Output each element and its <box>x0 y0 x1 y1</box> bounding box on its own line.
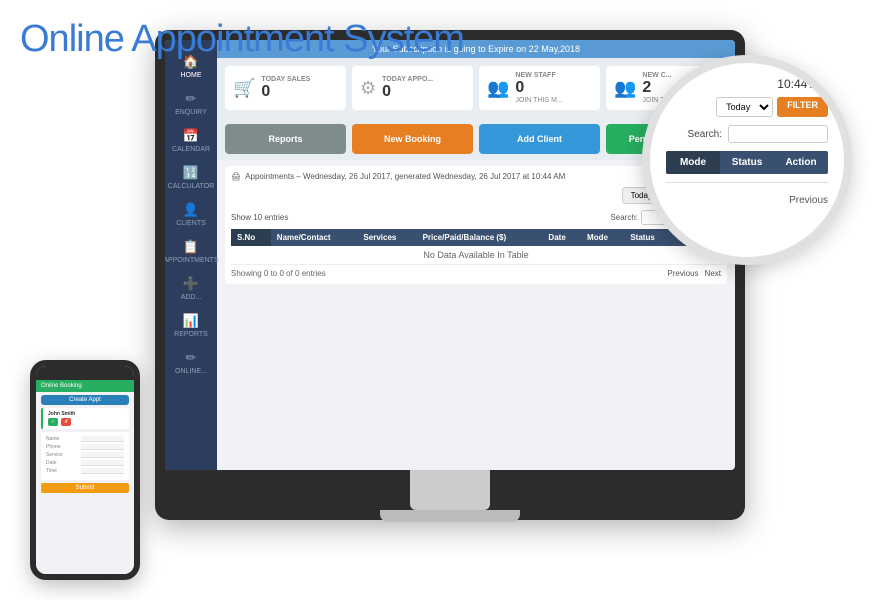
form-name-row: Name <box>46 436 124 442</box>
phone-phone-field[interactable] <box>81 444 124 450</box>
phone-time-field[interactable] <box>81 468 124 474</box>
printer-icon: 🖨 <box>231 172 241 181</box>
phone-submit-btn[interactable]: Submit <box>41 483 129 493</box>
col-sno: S.No <box>231 229 271 246</box>
table-footer: Showing 0 to 0 of 0 entries Previous Nex… <box>231 269 721 278</box>
magnifier-col-action: Action <box>774 151 828 174</box>
enquiry-icon: ✏ <box>186 91 197 107</box>
sidebar-item-enquiry[interactable]: ✏ ENQUIRY <box>165 85 217 122</box>
col-mode: Mode <box>581 229 624 246</box>
form-time-row: Time <box>46 468 124 474</box>
calculator-icon: 🔢 <box>183 165 199 181</box>
stat-today-appo: ⚙ TODAY APPO... 0 <box>352 66 473 110</box>
page-wrapper: Online Appointment System 🏠 HOME ✏ ENQUI… <box>0 0 874 600</box>
staff-icon: 👥 <box>487 78 509 99</box>
magnifier-search-row: Search: <box>666 125 828 143</box>
next-button[interactable]: Next <box>705 269 721 278</box>
phone-frame: Online Booking Create Appt John Smith ✓ … <box>30 360 140 580</box>
phone-name-field[interactable] <box>81 436 124 442</box>
add-icon: ➕ <box>183 276 199 292</box>
gear-icon: ⚙ <box>360 78 376 99</box>
phone-date-field[interactable] <box>81 460 124 466</box>
phone-create-btn[interactable]: Create Appt <box>41 395 129 405</box>
col-name: Name/Contact <box>271 229 358 246</box>
data-table: S.No Name/Contact Services Price/Paid/Ba… <box>231 229 721 265</box>
magnifier-filter-select[interactable]: Today <box>716 97 773 117</box>
pagination: Previous Next <box>667 269 721 278</box>
stat-today-sales: 🛒 TODAY SALES 0 <box>225 66 346 110</box>
cart-icon: 🛒 <box>233 78 255 99</box>
monitor-frame: 🏠 HOME ✏ ENQUIRY 📅 CALENDAR 🔢 CALCULATOR… <box>155 30 745 520</box>
magnifier-search-label: Search: <box>688 129 722 140</box>
sidebar-item-clients[interactable]: 👤 CLIENTS <box>165 196 217 233</box>
page-title: Online Appointment System <box>20 18 464 61</box>
monitor-screen: 🏠 HOME ✏ ENQUIRY 📅 CALENDAR 🔢 CALCULATOR… <box>165 40 735 470</box>
table-row-empty: No Data Available In Table <box>231 246 721 265</box>
magnifier-search-input[interactable] <box>728 125 828 143</box>
sidebar-item-reports[interactable]: 📊 REPORTS <box>165 307 217 344</box>
sidebar: 🏠 HOME ✏ ENQUIRY 📅 CALENDAR 🔢 CALCULATOR… <box>165 40 217 470</box>
monitor-stand <box>410 470 490 510</box>
magnifier-col-status: Status <box>720 151 774 174</box>
col-services: Services <box>357 229 416 246</box>
magnifier-filter-row: Today FILTER <box>666 97 828 117</box>
col-status: Status <box>624 229 672 246</box>
sidebar-item-appointments[interactable]: 📋 APPOINTMENTS <box>165 233 217 270</box>
phone-status-bar <box>36 366 134 380</box>
clients-stat-icon: 👥 <box>614 78 636 99</box>
stat-today-appo-info: TODAY APPO... 0 <box>382 76 433 101</box>
sidebar-item-calculator[interactable]: 🔢 CALCULATOR <box>165 159 217 196</box>
stat-today-sales-info: TODAY SALES 0 <box>261 76 310 101</box>
reports-icon: 📊 <box>183 313 199 329</box>
show-label: Show 10 entries <box>231 213 288 222</box>
phone-notch <box>70 370 100 376</box>
form-date-row: Date <box>46 460 124 466</box>
phone-top-bar: Online Booking <box>36 380 134 392</box>
showing-entries: Showing 0 to 0 of 0 entries <box>231 269 326 278</box>
new-booking-button[interactable]: New Booking <box>352 124 473 154</box>
previous-button[interactable]: Previous <box>667 269 698 278</box>
magnifier-table-header: Mode Status Action <box>666 151 828 174</box>
reports-button[interactable]: Reports <box>225 124 346 154</box>
magnifier-content: 10:44 AM Today FILTER Search: Mode Statu… <box>650 63 844 257</box>
add-client-button[interactable]: Add Client <box>479 124 600 154</box>
phone-list-item: John Smith ✓ ✗ <box>41 408 129 429</box>
magnifier-previous[interactable]: Previous <box>666 195 828 206</box>
online-icon: ✏ <box>186 350 197 366</box>
monitor-base <box>380 510 520 522</box>
col-date: Date <box>542 229 581 246</box>
stat-new-staff-info: NEW STAFF 0 JOIN THIS M... <box>515 72 562 104</box>
magnifier-divider <box>666 182 828 183</box>
form-service-row: Service <box>46 452 124 458</box>
magnifier-filter-button[interactable]: FILTER <box>777 97 828 117</box>
clients-icon: 👤 <box>183 202 199 218</box>
sidebar-item-calendar[interactable]: 📅 CALENDAR <box>165 122 217 159</box>
search-label: Search: <box>610 213 638 222</box>
form-phone-row: Phone <box>46 444 124 450</box>
magnifier: 10:44 AM Today FILTER Search: Mode Statu… <box>642 55 852 265</box>
col-price: Price/Paid/Balance ($) <box>417 229 543 246</box>
appointments-icon: 📋 <box>183 239 199 255</box>
magnifier-col-mode: Mode <box>666 151 720 174</box>
magnifier-time: 10:44 AM <box>666 77 828 91</box>
show-entries-row: Show 10 entries Search: <box>231 210 721 225</box>
sidebar-item-add[interactable]: ➕ ADD... <box>165 270 217 307</box>
phone-service-field[interactable] <box>81 452 124 458</box>
calendar-icon: 📅 <box>183 128 199 144</box>
phone-screen: Online Booking Create Appt John Smith ✓ … <box>36 380 134 580</box>
phone-form: Name Phone Service Date Time <box>41 432 129 480</box>
stat-new-staff: 👥 NEW STAFF 0 JOIN THIS M... <box>479 66 600 110</box>
sidebar-item-online[interactable]: ✏ ONLINE... <box>165 344 217 381</box>
